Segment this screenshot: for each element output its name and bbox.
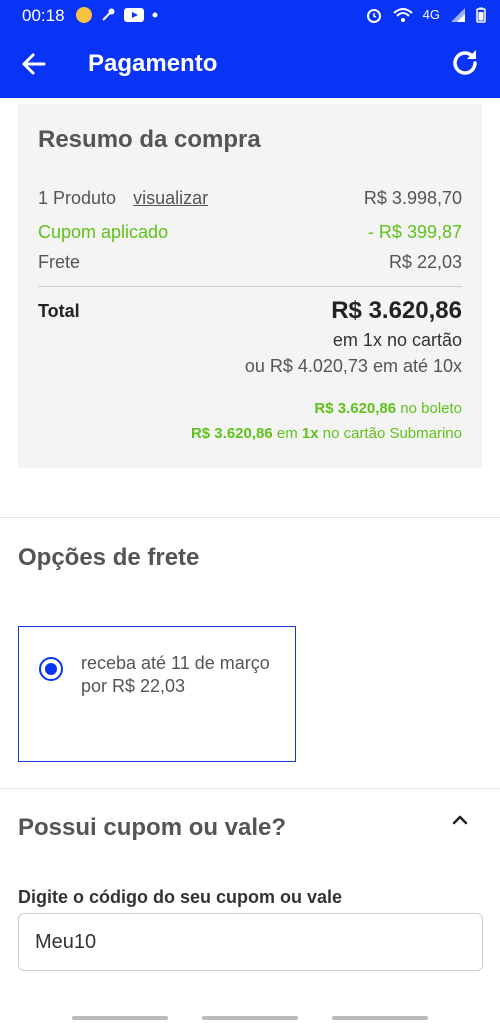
signal-icon xyxy=(451,8,465,22)
section-divider xyxy=(0,517,500,518)
total-value: R$ 3.620,86 xyxy=(331,297,462,324)
section-divider xyxy=(0,788,500,789)
shipping-options-title: Opções de frete xyxy=(18,544,200,571)
nav-handle-right[interactable] xyxy=(332,1016,428,1020)
wifi-icon xyxy=(392,8,413,22)
shipping-option-text: receba até 11 de março por R$ 22,03 xyxy=(81,653,270,696)
network-type: 4G xyxy=(422,7,440,22)
store-card-price: R$ 3.620,86 em 1x no cartão Submarino xyxy=(191,425,462,442)
summary-heading: Resumo da compra xyxy=(38,126,261,153)
boleto-price: R$ 3.620,86 no boleto xyxy=(314,400,462,417)
product-label: 1 Produto xyxy=(38,188,117,208)
store-card-times: 1x xyxy=(301,425,319,442)
coupon-field-label: Digite o código do seu cupom ou vale xyxy=(18,887,343,907)
navigation-bar xyxy=(0,1008,500,1028)
battery-icon xyxy=(476,7,486,23)
total-installment-1x: em 1x no cartão xyxy=(332,330,462,350)
store-card-text: no cartão Submarino xyxy=(318,425,462,442)
coupon-row: Cupom aplicado - R$ 399,87 xyxy=(38,222,462,243)
coupon-code-input[interactable] xyxy=(18,913,483,971)
shipping-row: Frete R$ 22,03 xyxy=(38,252,462,273)
shipping-option-radio[interactable] xyxy=(39,657,63,681)
shipping-label: Frete xyxy=(38,252,81,272)
shipping-value: R$ 22,03 xyxy=(388,252,462,272)
store-card-value: R$ 3.620,86 xyxy=(190,425,273,442)
radio-selected-dot xyxy=(45,663,57,675)
page-title: Pagamento xyxy=(88,50,218,77)
total-label: Total xyxy=(38,301,80,321)
notification-icons xyxy=(76,7,158,23)
more-notifications-dot-icon xyxy=(152,12,158,18)
summary-divider xyxy=(38,286,462,287)
coupon-value: - R$ 399,87 xyxy=(367,222,462,242)
coupon-label: Cupom aplicado xyxy=(38,222,169,242)
store-card-mid: em xyxy=(272,425,302,442)
total-installment-10x: ou R$ 4.020,73 em até 10x xyxy=(244,356,462,376)
youtube-icon xyxy=(124,8,144,22)
microphone-icon xyxy=(102,8,115,21)
nav-handle-center[interactable] xyxy=(202,1016,298,1020)
status-time: 00:18 xyxy=(22,6,65,25)
boleto-text: no boleto xyxy=(396,400,462,417)
notification-app-icon xyxy=(76,7,92,23)
view-products-link[interactable]: visualizar xyxy=(133,188,208,208)
status-bar: 00:18 4G xyxy=(0,0,500,30)
boleto-value: R$ 3.620,86 xyxy=(314,400,397,417)
system-icons: 4G xyxy=(365,7,486,23)
alarm-icon xyxy=(366,9,381,23)
product-row: 1 Produto visualizar R$ 3.998,70 xyxy=(38,188,462,209)
nav-handle-left[interactable] xyxy=(72,1016,168,1020)
shipping-option-card[interactable]: receba até 11 de março por R$ 22,03 xyxy=(18,626,296,762)
refresh-icon[interactable] xyxy=(450,48,480,78)
chevron-up-icon[interactable] xyxy=(450,810,470,830)
app-bar: Pagamento xyxy=(0,30,500,98)
arrow-left-icon[interactable] xyxy=(20,50,48,78)
purchase-summary-card: Resumo da compra 1 Produto visualizar R$… xyxy=(18,104,482,468)
product-value: R$ 3.998,70 xyxy=(363,188,462,208)
coupon-section-title: Possui cupom ou vale? xyxy=(18,814,287,841)
